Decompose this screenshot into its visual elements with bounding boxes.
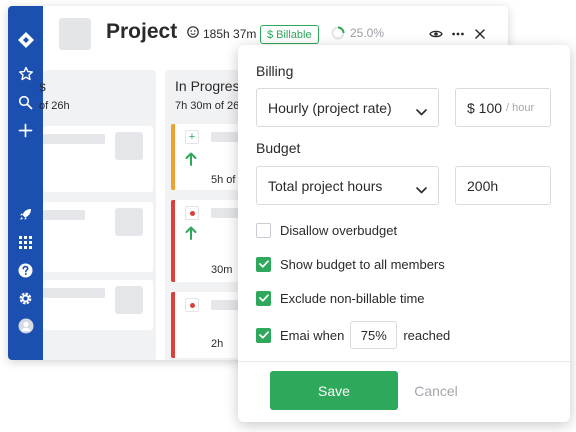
chevron-down-icon [416, 103, 427, 119]
priority-dot-icon [185, 298, 199, 312]
budget-label: Budget [256, 140, 301, 156]
card-thumbnail [115, 132, 143, 160]
footer-divider [238, 361, 570, 362]
time-tracked-value: 185h 37m [203, 26, 257, 41]
card-accent [171, 292, 175, 358]
card-placeholder [43, 134, 105, 144]
card-accent [171, 124, 175, 190]
task-card[interactable] [43, 280, 153, 330]
close-icon[interactable] [472, 27, 488, 41]
help-icon[interactable] [8, 260, 43, 280]
check-icon [258, 260, 269, 268]
clock-icon [187, 26, 199, 41]
arrow-up-icon [185, 152, 197, 171]
logo-icon[interactable] [8, 30, 43, 50]
progress-label: 25.0% [350, 26, 385, 40]
dollar-icon: $ [267, 28, 274, 41]
search-icon[interactable] [8, 92, 43, 112]
card-thumbnail [115, 208, 143, 236]
star-icon[interactable] [8, 64, 43, 84]
email-percent-input[interactable]: 75% [350, 321, 398, 349]
arrow-up-icon [185, 226, 197, 245]
priority-dot-icon [185, 206, 199, 220]
email-prefix: Emai when [280, 327, 345, 343]
eye-icon[interactable] [428, 27, 444, 41]
option-email-threshold[interactable]: Emai when 75% reached [256, 321, 451, 349]
project-title: Project [106, 20, 178, 43]
card-thumbnail [115, 286, 143, 314]
time-tracked: 185h 37m [187, 26, 256, 41]
rocket-icon[interactable] [8, 204, 43, 224]
rate-unit: / hour [506, 101, 535, 114]
billable-label: Billable [276, 28, 312, 41]
option-exclude-non-billable[interactable]: Exclude non-billable time [256, 290, 425, 306]
rate-type-value: Hourly (project rate) [268, 99, 392, 116]
column-title: In Progress [175, 78, 247, 94]
budget-type-value: Total project hours [268, 177, 383, 194]
email-suffix: reached [403, 327, 451, 343]
checkbox[interactable] [256, 256, 271, 272]
budget-amount-input[interactable]: 200h [455, 166, 551, 205]
column-title: s [39, 78, 46, 94]
column-subtitle: 7h 30m of 26 [175, 100, 240, 112]
apps-grid-icon[interactable] [8, 232, 43, 252]
check-icon [258, 331, 269, 339]
settings-icon[interactable] [8, 288, 43, 308]
billing-settings-panel: Billing Hourly (project rate) $ 100 / ho… [238, 45, 570, 422]
column-subtitle: of 26h [39, 100, 70, 112]
rate-type-select[interactable]: Hourly (project rate) [256, 88, 439, 127]
option-disallow-overbudget[interactable]: Disallow overbudget [256, 222, 397, 238]
card-time: 5h of [211, 174, 236, 186]
checkbox[interactable] [256, 327, 271, 343]
user-avatar-icon[interactable] [8, 316, 43, 336]
chevron-down-icon [416, 181, 427, 197]
stage: Project 185h 37m $ Billable 25.0% s of 2… [0, 0, 576, 432]
task-card[interactable] [43, 126, 153, 192]
progress-ring-icon [331, 26, 345, 40]
check-icon [258, 294, 269, 302]
save-button[interactable]: Save [270, 371, 398, 410]
task-card[interactable] [43, 202, 153, 272]
rate-amount-input[interactable]: $ 100 / hour [455, 88, 551, 127]
budget-amount-value: 200h [467, 177, 499, 194]
option-show-budget[interactable]: Show budget to all members [256, 256, 445, 272]
card-placeholder [43, 288, 105, 298]
plus-icon[interactable] [8, 120, 43, 140]
rate-amount-value: $ 100 [467, 99, 503, 116]
cancel-button[interactable]: Cancel [408, 371, 464, 410]
card-time: 30m [211, 264, 233, 276]
option-label: Exclude non-billable time [280, 290, 425, 306]
checkbox[interactable] [256, 290, 271, 306]
card-time: 2h [211, 338, 224, 350]
project-progress: 25.0% [331, 26, 384, 40]
card-placeholder [43, 210, 85, 220]
sidebar [8, 6, 43, 360]
budget-type-select[interactable]: Total project hours [256, 166, 439, 205]
option-label: Show budget to all members [280, 256, 445, 272]
billable-badge[interactable]: $ Billable [260, 25, 319, 44]
more-icon[interactable] [450, 27, 466, 41]
checkbox[interactable] [256, 222, 271, 238]
billing-label: Billing [256, 63, 294, 79]
plus-icon: + [185, 130, 199, 144]
project-thumbnail [59, 18, 91, 50]
option-label: Disallow overbudget [280, 222, 398, 238]
board-column: s of 26h [39, 70, 156, 360]
card-accent [171, 200, 175, 282]
